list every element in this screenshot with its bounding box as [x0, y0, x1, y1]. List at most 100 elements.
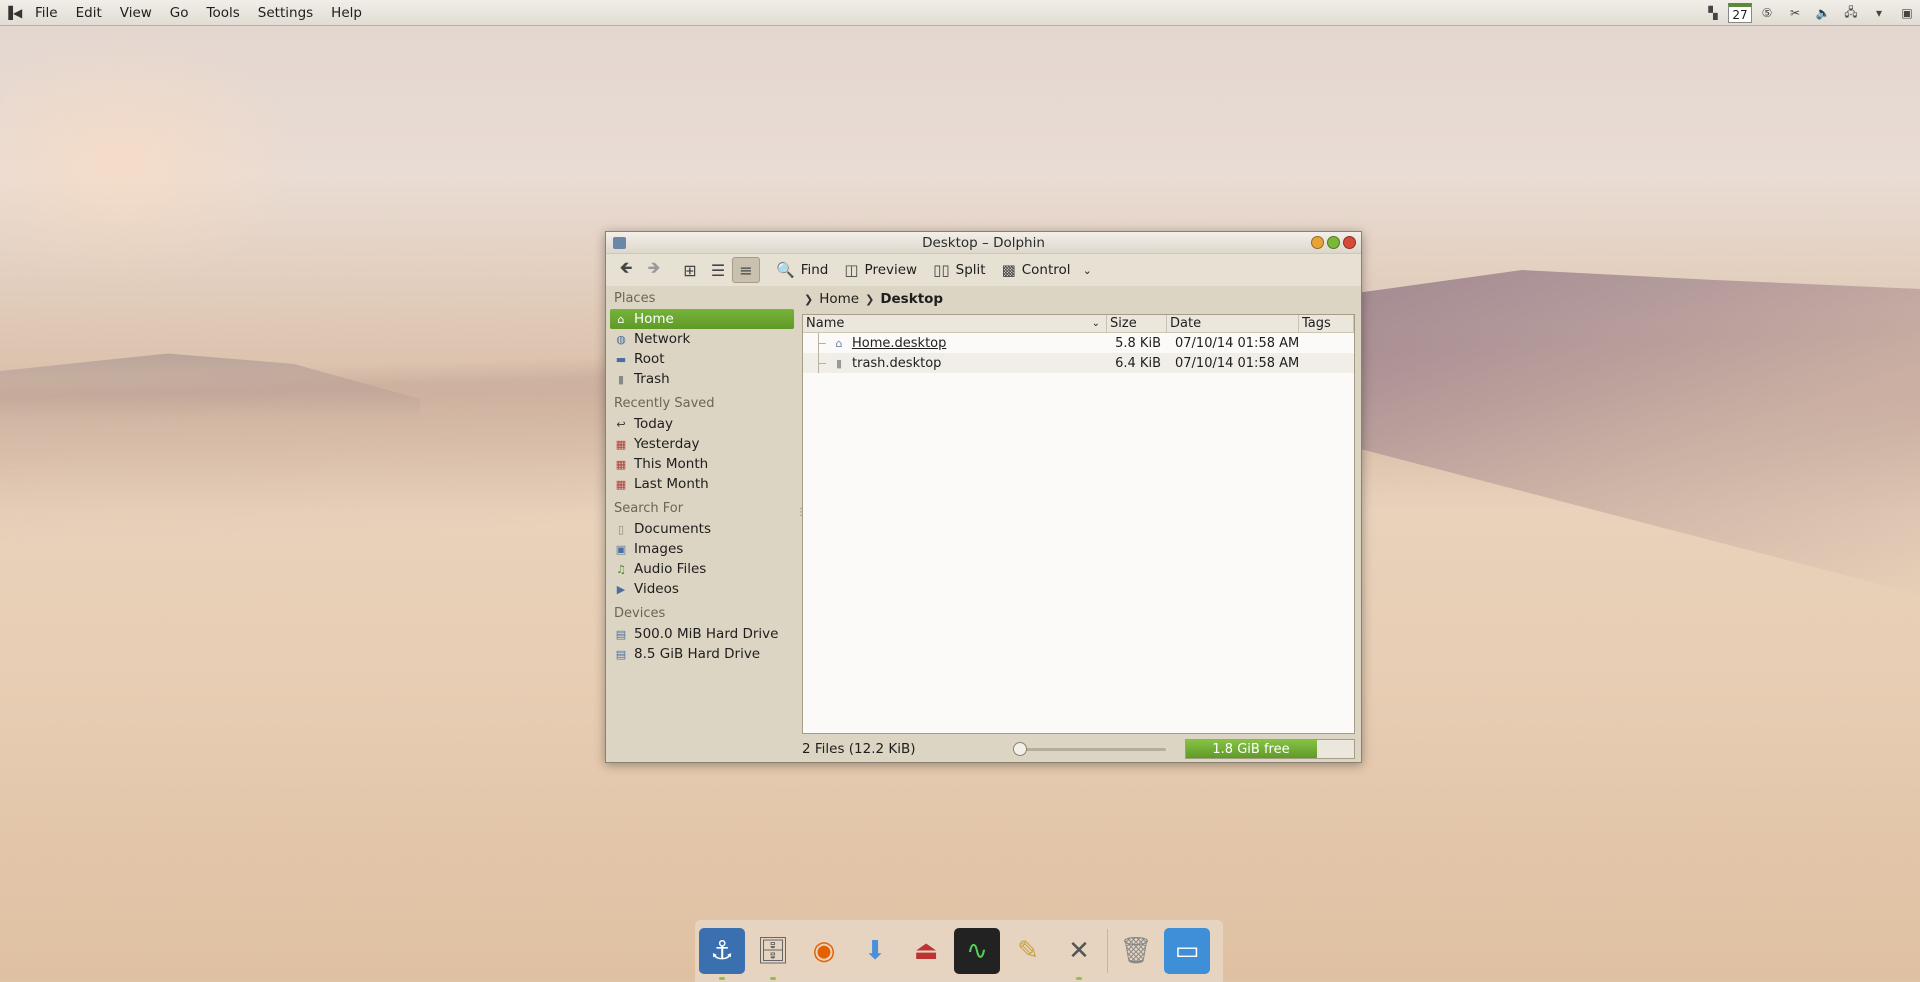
anchor-icon[interactable]: ⚓: [699, 928, 745, 980]
file-name[interactable]: Home.desktop: [852, 336, 946, 351]
device-icon[interactable]: ▣: [1894, 2, 1920, 24]
place-home[interactable]: ⌂ Home: [610, 309, 794, 329]
column-date-header[interactable]: Date: [1167, 314, 1299, 333]
network-icon[interactable]: 🖧: [1838, 2, 1864, 24]
place-audio-files[interactable]: ♫ Audio Files: [610, 559, 794, 579]
dock-separator: [1107, 929, 1108, 973]
file-name[interactable]: trash.desktop: [852, 356, 941, 371]
place-label: Trash: [634, 371, 670, 387]
tray-expand-icon[interactable]: ▾: [1866, 2, 1892, 24]
column-header: Name ⌄ Size Date Tags: [803, 314, 1354, 333]
zoom-slider-handle[interactable]: [1013, 742, 1028, 756]
scissors-icon[interactable]: ✂: [1782, 2, 1808, 24]
zoom-slider[interactable]: [1010, 742, 1170, 756]
preview-button[interactable]: ◫ Preview: [836, 257, 925, 283]
show-desktop-icon[interactable]: ▭: [1164, 928, 1210, 974]
breadcrumb-home[interactable]: Home: [819, 291, 859, 307]
close-button[interactable]: [1343, 236, 1356, 249]
place-label: Videos: [634, 581, 679, 597]
place-root[interactable]: ▬ Root: [610, 349, 794, 369]
window-titlebar[interactable]: Desktop – Dolphin: [606, 232, 1361, 254]
place-this-month[interactable]: ▦ This Month: [610, 454, 794, 474]
file-manager-icon[interactable]: 🗄: [750, 928, 796, 980]
find-label: Find: [800, 262, 829, 278]
firefox-icon[interactable]: ◉: [801, 928, 847, 974]
icons-view-icon[interactable]: ⊞: [676, 257, 704, 283]
place-label: Network: [634, 331, 691, 347]
desktop-pager-icon[interactable]: ▚: [1700, 2, 1726, 24]
installer-icon[interactable]: ⏏: [903, 928, 949, 974]
system-monitor-icon[interactable]: ∿: [954, 928, 1000, 974]
chevron-right-icon[interactable]: ❯: [865, 293, 874, 306]
text-editor-icon[interactable]: ✎: [1005, 928, 1051, 974]
file-date: 07/10/14 01:58 AM: [1175, 335, 1299, 351]
place-label: Today: [634, 416, 674, 432]
content-area: ❯ Home ❯ Desktop Name ⌄ Size Date Tags ⌂…: [800, 287, 1357, 737]
file-row[interactable]: ▮ trash.desktop 6.4 KiB 07/10/14 01:58 A…: [803, 353, 1354, 373]
place-label: Yesterday: [634, 436, 700, 452]
split-view-icon: ▯▯: [933, 261, 950, 279]
details-view-icon[interactable]: ≡: [732, 257, 760, 283]
app-menu-back-icon[interactable]: ▐◀: [0, 6, 26, 20]
music-icon: ♫: [616, 562, 626, 576]
control-button[interactable]: ▩ Control ⌄: [994, 257, 1100, 283]
volume-icon[interactable]: 🔈: [1810, 2, 1836, 24]
place-label: 500.0 MiB Hard Drive: [634, 626, 779, 642]
place-label: 8.5 GiB Hard Drive: [634, 646, 761, 662]
find-button[interactable]: 🔍 Find: [768, 257, 836, 283]
status-summary: 2 Files (12.2 KiB): [802, 741, 916, 757]
place-label: Last Month: [634, 476, 709, 492]
forward-arrow-icon[interactable]: 🡺: [640, 257, 668, 283]
breadcrumb-current[interactable]: Desktop: [880, 291, 943, 307]
place-today[interactable]: ↩ Today: [610, 414, 794, 434]
minimize-button[interactable]: [1311, 236, 1324, 249]
control-label: Control: [1021, 262, 1071, 278]
calendar-icon: ▦: [615, 457, 627, 471]
file-date: 07/10/14 01:58 AM: [1175, 355, 1299, 371]
place-drive-500mib[interactable]: ▤ 500.0 MiB Hard Drive: [610, 624, 794, 644]
places-group-header: Places: [614, 291, 656, 306]
maximize-button[interactable]: [1327, 236, 1340, 249]
klipper-icon[interactable]: ⑤: [1754, 2, 1780, 24]
file-row[interactable]: ⌂ Home.desktop 5.8 KiB 07/10/14 01:58 AM: [803, 333, 1354, 353]
menu-edit[interactable]: Edit: [67, 5, 111, 21]
calendar-icon[interactable]: 27: [1728, 3, 1752, 23]
search-icon: 🔍: [776, 261, 795, 279]
column-tags-header[interactable]: Tags: [1299, 314, 1354, 333]
trash-icon: ▮: [617, 372, 625, 386]
menu-settings[interactable]: Settings: [249, 5, 322, 21]
dock-panel: ⚓ 🗄 ◉ ⬇ ⏏ ∿ ✎ ✕ 🗑 ▭: [695, 920, 1223, 982]
settings-tools-icon[interactable]: ✕: [1056, 928, 1102, 980]
zoom-slider-track: [1014, 748, 1166, 751]
menu-go[interactable]: Go: [161, 5, 198, 21]
back-arrow-icon[interactable]: 🡸: [612, 257, 640, 283]
window-body: Places ⌂ Home ◍ Network ▬ Root ▮ Trash R…: [606, 287, 1361, 762]
place-documents[interactable]: ▯ Documents: [610, 519, 794, 539]
download-icon[interactable]: ⬇: [852, 928, 898, 974]
window-buttons: [1311, 236, 1356, 249]
place-label: This Month: [634, 456, 709, 472]
menu-help[interactable]: Help: [322, 5, 371, 21]
dolphin-app-icon[interactable]: [613, 237, 626, 249]
column-size-header[interactable]: Size: [1107, 314, 1167, 333]
menu-tools[interactable]: Tools: [198, 5, 249, 21]
calendar-icon: ▦: [615, 477, 627, 491]
place-trash[interactable]: ▮ Trash: [610, 369, 794, 389]
place-images[interactable]: ▣ Images: [610, 539, 794, 559]
chevron-right-icon[interactable]: ❯: [804, 293, 813, 306]
split-button[interactable]: ▯▯ Split: [925, 257, 993, 283]
trash-icon[interactable]: 🗑: [1113, 928, 1159, 974]
place-drive-8-5gib[interactable]: ▤ 8.5 GiB Hard Drive: [610, 644, 794, 664]
menu-file[interactable]: File: [26, 5, 67, 21]
document-icon: ▯: [617, 522, 625, 536]
compact-view-icon[interactable]: ☰: [704, 257, 732, 283]
file-list-view[interactable]: Name ⌄ Size Date Tags ⌂ Home.desktop 5.8…: [802, 314, 1355, 734]
place-yesterday[interactable]: ▦ Yesterday: [610, 434, 794, 454]
column-name-header[interactable]: Name ⌄: [803, 314, 1107, 333]
place-last-month[interactable]: ▦ Last Month: [610, 474, 794, 494]
place-videos[interactable]: ▶ Videos: [610, 579, 794, 599]
free-space-indicator[interactable]: 1.8 GiB free: [1185, 739, 1355, 759]
menu-view[interactable]: View: [111, 5, 161, 21]
place-network[interactable]: ◍ Network: [610, 329, 794, 349]
tree-branch: [812, 333, 832, 353]
